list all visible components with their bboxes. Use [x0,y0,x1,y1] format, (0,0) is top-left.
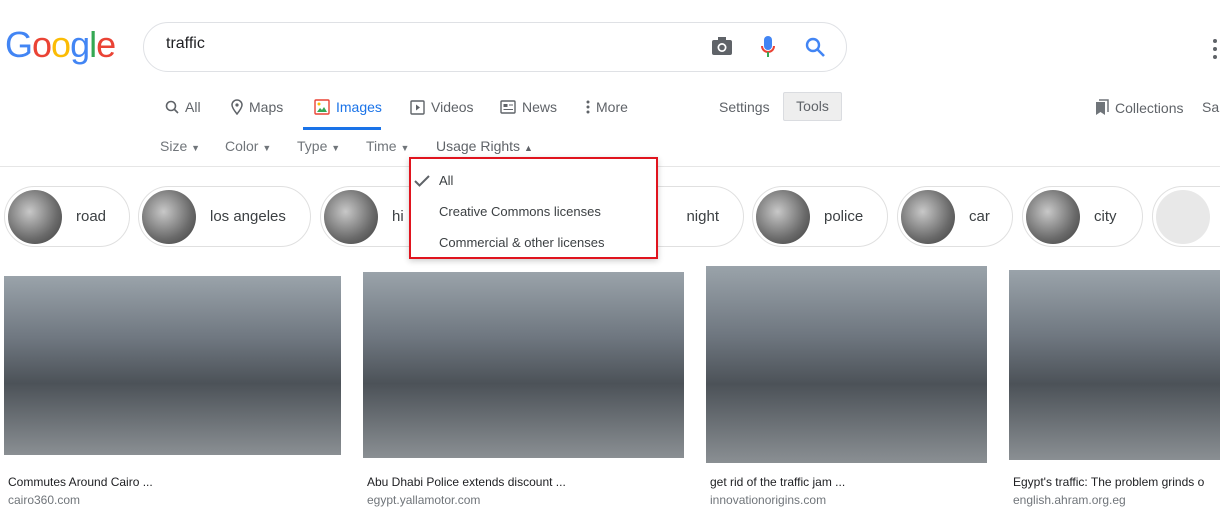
mic-icon[interactable] [760,35,776,59]
news-icon [500,100,516,114]
chip-label: police [824,208,864,225]
settings-link[interactable]: Settings [719,99,770,115]
menu-item-all[interactable]: All [439,173,453,188]
map-pin-icon [231,99,243,115]
tab-news[interactable]: News [500,99,557,115]
chip-label: car [969,208,990,225]
result-title[interactable]: Abu Dhabi Police extends discount ... [367,475,566,489]
chip-car[interactable]: car [897,186,1013,247]
chip-more[interactable] [1152,186,1220,247]
tab-label: Maps [249,99,284,115]
caret-down-icon: ▼ [262,143,272,153]
chip-thumbnail [8,189,62,244]
tab-label: All [185,99,201,115]
image-icon [314,99,330,115]
apps-menu-icon[interactable] [1212,38,1218,60]
chip-label: hi [392,208,404,225]
caret-down-icon: ▼ [400,143,410,153]
filter-color[interactable]: Color ▼ [225,138,271,154]
chip-thumbnail [1156,189,1210,244]
result-image[interactable] [4,276,341,455]
result-title[interactable]: Commutes Around Cairo ... [8,475,153,489]
collections-link[interactable]: Collections [1095,99,1183,116]
tab-label: News [522,99,558,115]
search-icon[interactable] [804,36,826,58]
caret-down-icon: ▼ [191,143,201,153]
caret-down-icon: ▼ [331,143,341,153]
filter-usage-rights[interactable]: Usage Rights ▲ [436,138,533,154]
search-input[interactable] [166,35,666,53]
filter-label: Time [366,138,397,154]
active-tab-indicator [303,127,381,130]
result-image[interactable] [1009,270,1220,460]
caret-up-icon: ▲ [523,143,533,153]
result-title[interactable]: get rid of the traffic jam ... [710,475,845,489]
play-icon [410,99,425,115]
tab-more[interactable]: More [586,99,628,115]
chip-thumbnail [142,189,196,244]
checkmark-icon [414,175,430,187]
settings-label: Settings [719,99,770,115]
tab-all[interactable]: All [165,99,201,115]
chip-thumbnail [901,189,955,244]
usage-rights-menu: All Creative Commons licenses Commercial… [409,157,658,259]
chip-los-angeles[interactable]: los angeles [138,186,311,247]
chip-label: road [76,208,107,225]
result-image[interactable] [706,266,987,463]
filter-type[interactable]: Type ▼ [297,138,340,154]
menu-item-commercial[interactable]: Commercial & other licenses [439,235,604,250]
filter-time[interactable]: Time ▼ [366,138,409,154]
chip-thumbnail [1026,189,1080,244]
result-image[interactable] [363,272,684,458]
chip-label: city [1094,208,1117,225]
more-vert-icon [586,100,590,114]
tab-label: More [596,99,628,115]
chip-police[interactable]: police [752,186,888,247]
collections-label: Collections [1115,99,1184,116]
camera-icon[interactable] [711,36,733,56]
google-logo[interactable]: Google [5,24,116,66]
saved-link[interactable]: Sa [1202,99,1219,115]
result-domain[interactable]: english.ahram.org.eg [1013,493,1126,507]
result-domain[interactable]: cairo360.com [8,493,80,507]
result-title[interactable]: Egypt's traffic: The problem grinds o [1013,475,1204,489]
filter-label: Size [160,138,188,154]
chip-label: los angeles [210,208,286,225]
filter-label: Usage Rights [436,138,521,154]
tab-images[interactable]: Images [314,99,382,115]
saved-label: Sa [1202,99,1220,115]
chip-thumbnail [756,189,810,244]
result-domain[interactable]: egypt.yallamotor.com [367,493,480,507]
result-domain[interactable]: innovationorigins.com [710,493,826,507]
search-icon [165,100,179,114]
bookmark-icon [1096,99,1109,115]
menu-item-creative-commons[interactable]: Creative Commons licenses [439,204,601,219]
tab-label: Videos [431,99,474,115]
chip-label: night [686,208,719,225]
tab-maps[interactable]: Maps [231,99,283,115]
filter-size[interactable]: Size ▼ [160,138,200,154]
chip-road[interactable]: road [4,186,130,247]
filter-label: Type [297,138,328,154]
filter-label: Color [225,138,259,154]
chip-thumbnail [324,189,378,244]
tab-label: Images [336,99,382,115]
tools-button[interactable]: Tools [783,92,842,121]
tab-videos[interactable]: Videos [410,99,474,115]
search-box[interactable] [143,22,847,72]
chip-city[interactable]: city [1022,186,1143,247]
